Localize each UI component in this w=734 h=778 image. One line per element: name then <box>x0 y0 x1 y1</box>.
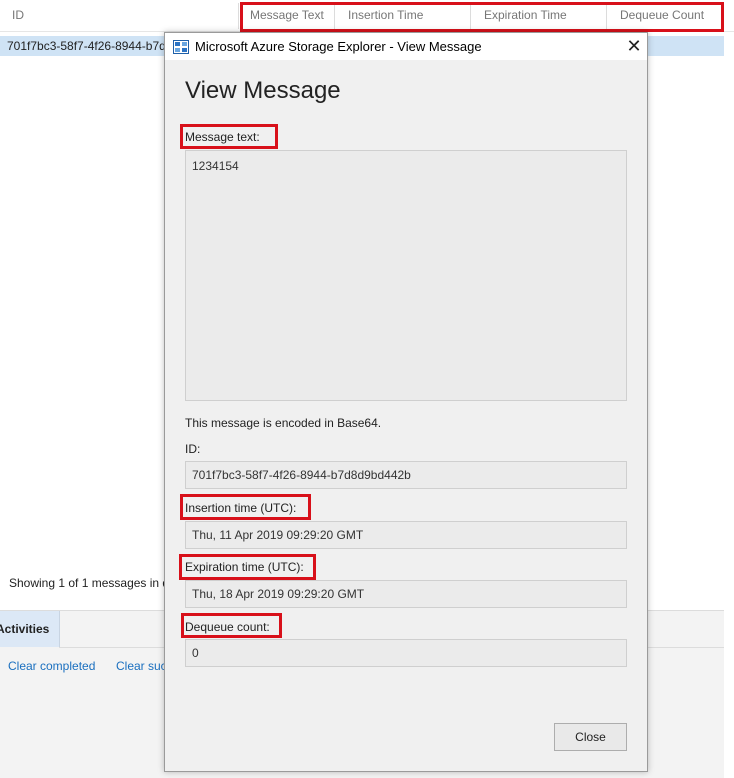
expiration-time-label: Expiration time (UTC): <box>185 560 304 574</box>
column-header-insertion-time[interactable]: Insertion Time <box>348 0 423 31</box>
message-text-label: Message text: <box>185 130 260 144</box>
id-field[interactable]: 701f7bc3-58f7-4f26-8944-b7d8d9bd442b <box>185 461 627 489</box>
column-header-message-text[interactable]: Message Text <box>250 0 324 31</box>
storage-explorer-icon <box>173 40 189 54</box>
column-header-expiration-time[interactable]: Expiration Time <box>484 0 567 31</box>
column-separator <box>470 3 471 29</box>
tab-activities[interactable]: Activities <box>0 611 60 647</box>
column-separator <box>334 3 335 29</box>
insertion-time-field[interactable]: Thu, 11 Apr 2019 09:29:20 GMT <box>185 521 627 549</box>
column-header-dequeue-count[interactable]: Dequeue Count <box>620 0 704 31</box>
table-header: ID Message Text Insertion Time Expiratio… <box>0 0 734 32</box>
id-value: 701f7bc3-58f7-4f26-8944-b7d8d9bd442b <box>192 468 411 482</box>
clear-completed-link[interactable]: Clear completed <box>8 659 95 673</box>
dequeue-count-label: Dequeue count: <box>185 620 270 634</box>
expiration-time-field[interactable]: Thu, 18 Apr 2019 09:29:20 GMT <box>185 580 627 608</box>
encoding-note: This message is encoded in Base64. <box>185 416 382 430</box>
page-title: View Message <box>185 77 341 104</box>
insertion-time-label: Insertion time (UTC): <box>185 501 297 515</box>
tab-activities-label: Activities <box>0 622 50 636</box>
dialog-title: Microsoft Azure Storage Explorer - View … <box>195 39 482 54</box>
dequeue-count-field[interactable]: 0 <box>185 639 627 667</box>
close-button[interactable]: Close <box>554 723 627 751</box>
insertion-time-value: Thu, 11 Apr 2019 09:29:20 GMT <box>192 528 364 542</box>
column-separator <box>606 3 607 29</box>
column-separator <box>238 3 239 29</box>
message-text-value: 1234154 <box>192 159 239 173</box>
expiration-time-value: Thu, 18 Apr 2019 09:29:20 GMT <box>192 587 365 601</box>
message-text-area[interactable]: 1234154 <box>185 150 627 401</box>
column-header-id[interactable]: ID <box>12 0 24 31</box>
close-icon[interactable]: ✕ <box>621 33 647 60</box>
id-label: ID: <box>185 442 201 456</box>
view-message-dialog: Microsoft Azure Storage Explorer - View … <box>164 32 648 772</box>
dialog-titlebar[interactable]: Microsoft Azure Storage Explorer - View … <box>165 33 647 60</box>
dequeue-count-value: 0 <box>192 646 199 660</box>
